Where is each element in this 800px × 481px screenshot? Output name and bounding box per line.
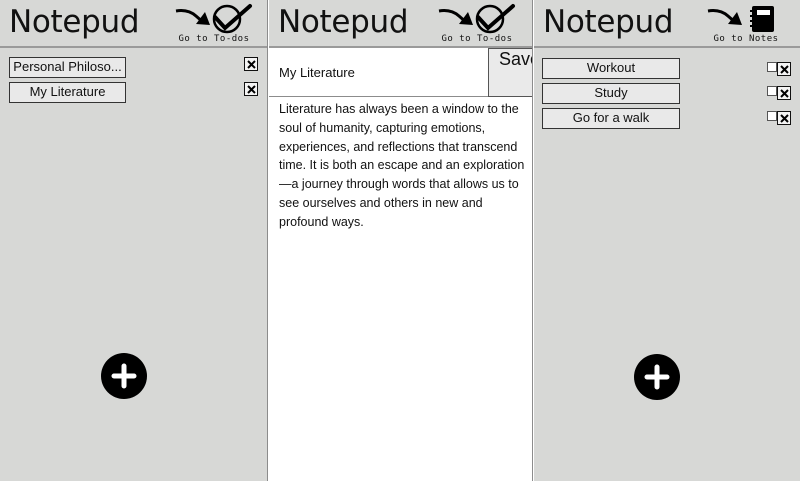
close-icon <box>247 85 256 94</box>
save-button[interactable]: Save <box>488 48 532 97</box>
go-to-todos-label: Go to To-dos <box>441 34 513 44</box>
notes-list-screen: Notepud Go to To-dos Personal Philoso...… <box>0 0 268 481</box>
todo-item-button[interactable]: Study <box>542 83 680 104</box>
go-to-notes-label: Go to Notes <box>713 34 779 44</box>
note-item-button[interactable]: Personal Philoso... <box>9 57 126 78</box>
note-editor-screen: Notepud Go to To-dos Save Literature has… <box>269 0 533 481</box>
note-title-input[interactable] <box>269 48 488 97</box>
go-to-notes-button[interactable]: Go to Notes <box>706 3 786 45</box>
header-bar: Notepud Go to Notes <box>534 0 800 48</box>
arrow-checkmark-icon <box>438 4 515 34</box>
note-body-textarea[interactable]: Literature has always been a window to t… <box>269 97 532 481</box>
plus-icon <box>111 363 137 389</box>
close-icon <box>780 89 789 98</box>
delete-note-button[interactable] <box>244 57 258 71</box>
todo-checkbox[interactable] <box>767 62 777 72</box>
note-item-button[interactable]: My Literature <box>9 82 126 103</box>
app-title: Notepud <box>9 4 140 40</box>
delete-todo-button[interactable] <box>777 62 791 76</box>
arrow-notebook-icon <box>707 6 774 32</box>
delete-todo-button[interactable] <box>777 86 791 100</box>
app-title: Notepud <box>543 4 674 40</box>
close-icon <box>780 65 789 74</box>
arrow-checkmark-icon <box>175 4 252 34</box>
todo-checkbox[interactable] <box>767 111 777 121</box>
header-bar: Notepud Go to To-dos <box>269 0 532 48</box>
close-icon <box>780 114 789 123</box>
go-to-todos-label: Go to To-dos <box>178 34 250 44</box>
go-to-todos-button[interactable]: Go to To-dos <box>437 3 517 45</box>
header-bar: Notepud Go to To-dos <box>0 0 267 48</box>
todo-list-screen: Notepud Go to Notes Workout Study Go for… <box>534 0 800 481</box>
go-to-todos-button[interactable]: Go to To-dos <box>174 3 254 45</box>
todo-item-button[interactable]: Workout <box>542 58 680 79</box>
add-note-button[interactable] <box>101 353 147 399</box>
app-title: Notepud <box>278 4 409 40</box>
delete-note-button[interactable] <box>244 82 258 96</box>
add-todo-button[interactable] <box>634 354 680 400</box>
todo-checkbox[interactable] <box>767 86 777 96</box>
todo-item-button[interactable]: Go for a walk <box>542 108 680 129</box>
close-icon <box>247 60 256 69</box>
delete-todo-button[interactable] <box>777 111 791 125</box>
plus-icon <box>644 364 670 390</box>
